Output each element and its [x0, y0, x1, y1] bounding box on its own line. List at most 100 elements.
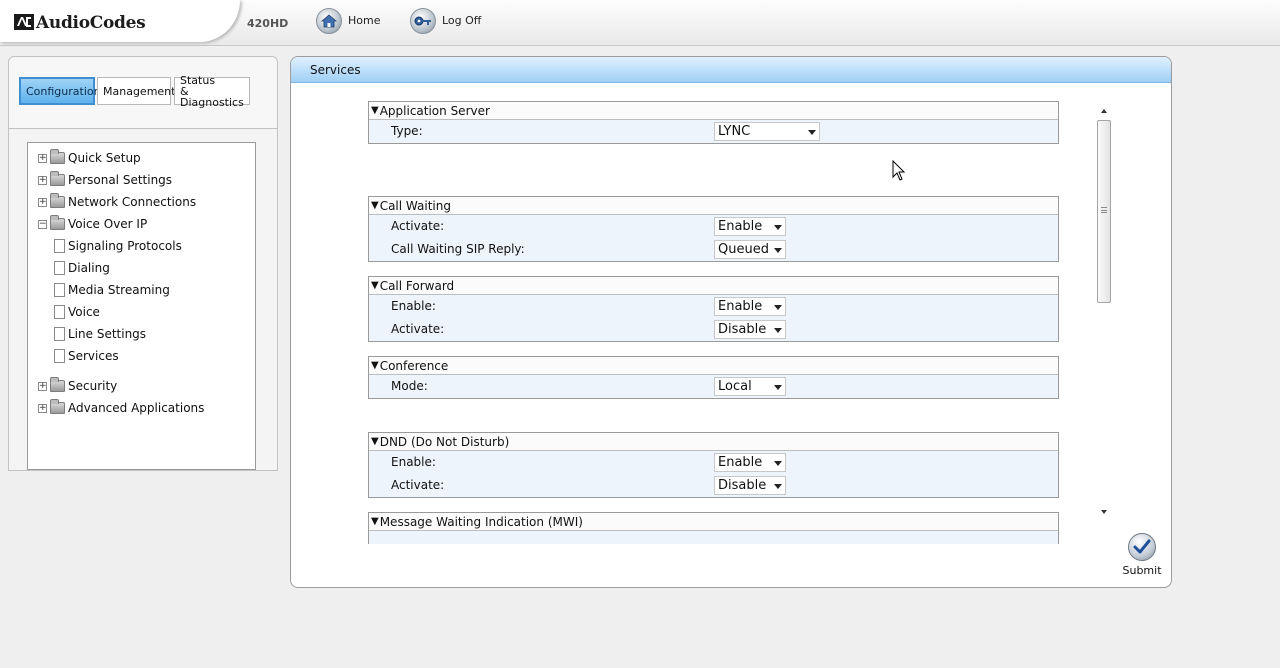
section-title: DND (Do Not Disturb)	[379, 434, 510, 449]
call-waiting-sip-reply-select[interactable]: Queued	[714, 240, 786, 259]
dropdown-arrow-icon	[774, 484, 782, 489]
field-row: Enable: Enable	[369, 451, 1058, 474]
home-label: Home	[348, 14, 381, 27]
dropdown-arrow-icon	[774, 385, 782, 390]
collapse-triangle-icon[interactable]: ▼	[371, 105, 379, 116]
collapse-triangle-icon[interactable]: ▼	[371, 200, 379, 211]
expand-icon[interactable]: +	[38, 153, 47, 163]
select-value: LYNC	[718, 124, 751, 139]
tree-item-label: Network Connections	[68, 195, 197, 209]
field-row: Activate: Disable	[369, 474, 1058, 497]
tree-item-label: Security	[68, 379, 118, 393]
services-panel: Services ▼ Application Server Type: LYNC…	[290, 56, 1172, 588]
tree-item-advanced-applications[interactable]: + Advanced Applications	[38, 399, 204, 417]
tree-item-personal-settings[interactable]: + Personal Settings	[38, 171, 172, 189]
page-icon	[54, 305, 65, 319]
field-label: Activate:	[391, 219, 445, 233]
section-header[interactable]: ▼ DND (Do Not Disturb)	[369, 433, 1058, 451]
scroll-thumb[interactable]	[1097, 120, 1111, 303]
field-label: Enable:	[391, 455, 436, 469]
field-row: Type: LYNC	[369, 120, 1058, 143]
field-row: Call Waiting SIP Reply: Queued	[369, 238, 1058, 261]
tab-status-label-line1: Status	[180, 73, 216, 87]
tree-item-line-settings[interactable]: Line Settings	[54, 325, 146, 343]
field-label: Activate:	[391, 478, 445, 492]
scroll-up-arrow-icon[interactable]	[1101, 109, 1107, 113]
tab-status-diagnostics[interactable]: Status & Diagnostics	[174, 73, 250, 108]
select-value: Queued	[718, 242, 769, 257]
dropdown-arrow-icon	[774, 225, 782, 230]
page-title: Services	[291, 57, 1171, 83]
conference-mode-select[interactable]: Local	[714, 377, 786, 396]
server-type-select[interactable]: LYNC	[714, 122, 820, 141]
brand-name: AudioCodes	[36, 13, 146, 33]
expand-icon[interactable]: +	[38, 403, 47, 413]
tree-item-quick-setup[interactable]: + Quick Setup	[38, 149, 141, 167]
section-call-waiting: ▼ Call Waiting Activate: Enable Call Wai…	[368, 196, 1059, 262]
dnd-enable-select[interactable]: Enable	[714, 453, 786, 472]
tree-item-label: Advanced Applications	[68, 401, 205, 415]
select-value: Enable	[718, 219, 763, 234]
dnd-activate-select[interactable]: Disable	[714, 476, 786, 495]
tree-item-label: Media Streaming	[68, 283, 170, 297]
tree-item-security[interactable]: + Security	[38, 377, 117, 395]
field-label: Activate:	[391, 322, 445, 336]
select-value: Enable	[718, 455, 763, 470]
call-forward-activate-select[interactable]: Disable	[714, 320, 786, 339]
section-title: Conference	[379, 358, 449, 373]
dropdown-arrow-icon	[774, 461, 782, 466]
collapse-triangle-icon[interactable]: ▼	[371, 516, 379, 527]
call-waiting-activate-select[interactable]: Enable	[714, 217, 786, 236]
tree-item-label: Services	[68, 349, 119, 363]
tree-item-signaling-protocols[interactable]: Signaling Protocols	[54, 237, 182, 255]
section-header[interactable]: ▼ Call Forward	[369, 277, 1058, 295]
tree-item-label: Line Settings	[68, 327, 147, 341]
scroll-down-arrow-icon[interactable]	[1101, 510, 1107, 514]
tree-item-label: Voice	[68, 305, 100, 319]
section-title: Call Waiting	[379, 198, 451, 213]
device-model: 420HD	[247, 17, 289, 30]
content-scrollbar[interactable]	[1097, 104, 1111, 514]
tree-item-label: Voice Over IP	[68, 217, 148, 231]
page-icon	[54, 261, 65, 275]
tree-item-services[interactable]: Services	[54, 347, 119, 365]
submit-label: Submit	[1122, 564, 1162, 577]
expand-icon[interactable]: +	[38, 197, 47, 207]
section-header[interactable]: ▼ Call Waiting	[369, 197, 1058, 215]
page-icon	[54, 239, 65, 253]
section-header[interactable]: ▼ Conference	[369, 357, 1058, 375]
logoff-label: Log Off	[442, 14, 482, 27]
collapse-icon[interactable]: −	[38, 219, 47, 229]
tree-item-dialing[interactable]: Dialing	[54, 259, 110, 277]
collapse-triangle-icon[interactable]: ▼	[371, 436, 379, 447]
section-conference: ▼ Conference Mode: Local	[368, 356, 1059, 399]
tree-item-voice-over-ip[interactable]: − Voice Over IP	[38, 215, 147, 233]
tab-configuration[interactable]: Configuration	[19, 77, 101, 105]
tab-management[interactable]: Management	[97, 77, 175, 105]
tab-management-label: Management	[103, 84, 176, 98]
call-forward-enable-select[interactable]: Enable	[714, 297, 786, 316]
collapse-triangle-icon[interactable]: ▼	[371, 280, 379, 291]
submit-button[interactable]: Submit	[1121, 533, 1163, 581]
checkmark-icon	[1128, 533, 1156, 561]
section-header[interactable]: ▼ Application Server	[369, 102, 1058, 120]
tree-item-media-streaming[interactable]: Media Streaming	[54, 281, 170, 299]
folder-icon	[50, 399, 65, 414]
section-header[interactable]: ▼ Message Waiting Indication (MWI)	[369, 513, 1058, 531]
tree-item-voice[interactable]: Voice	[54, 303, 100, 321]
dropdown-arrow-icon	[808, 130, 816, 135]
logoff-button[interactable]: Log Off	[410, 8, 481, 38]
brand-area: AudioCodes	[0, 0, 240, 42]
services-form: ▼ Application Server Type: LYNC ▼ Call W…	[291, 84, 1171, 544]
home-icon	[316, 8, 342, 34]
section-title: Message Waiting Indication (MWI)	[379, 514, 583, 529]
section-application-server: ▼ Application Server Type: LYNC	[368, 101, 1059, 144]
expand-icon[interactable]: +	[38, 175, 47, 185]
tree-item-network-connections[interactable]: + Network Connections	[38, 193, 196, 211]
home-button[interactable]: Home	[316, 8, 380, 38]
section-title: Application Server	[379, 103, 490, 118]
select-value: Disable	[718, 322, 767, 337]
collapse-triangle-icon[interactable]: ▼	[371, 360, 379, 371]
section-call-forward: ▼ Call Forward Enable: Enable Activate: …	[368, 276, 1059, 342]
expand-icon[interactable]: +	[38, 381, 47, 391]
